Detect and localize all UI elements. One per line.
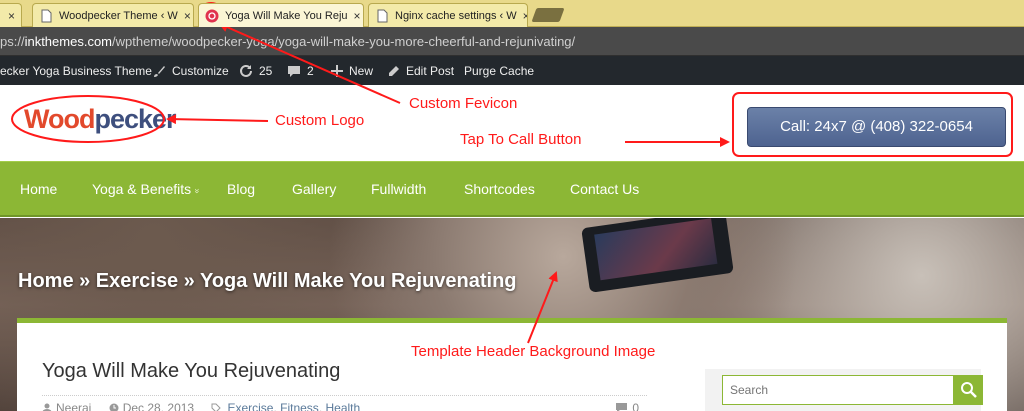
document-icon	[41, 9, 52, 22]
site-logo[interactable]: Woodpecker	[24, 104, 177, 135]
post-meta: Neeraj Dec 28, 2013 Exercise, Fitness, H…	[42, 395, 647, 411]
clock-icon	[109, 403, 119, 411]
close-icon[interactable]: ×	[178, 9, 191, 23]
nav-yoga-benefits[interactable]: Yoga & Benefits »	[92, 181, 203, 197]
url-text[interactable]: ps://inkthemes.com/wptheme/woodpecker-yo…	[0, 34, 575, 49]
main-navigation: Home Yoga & Benefits » Blog Gallery Full…	[0, 161, 1024, 217]
breadcrumb: Home » Exercise » Yoga Will Make You Rej…	[18, 270, 517, 292]
pencil-icon	[389, 65, 399, 76]
wp-admin-bar: ecker Yoga Business Theme Customize 25 2…	[0, 56, 1024, 85]
tab-nginx-cache[interactable]: Nginx cache settings ‹ W ×	[368, 3, 528, 27]
post-comments[interactable]: 0	[615, 401, 643, 411]
close-icon[interactable]: ×	[517, 9, 527, 23]
nav-blog[interactable]: Blog	[227, 181, 255, 197]
sidebar-search-widget	[705, 369, 983, 411]
address-bar[interactable]: ps://inkthemes.com/wptheme/woodpecker-yo…	[0, 27, 1024, 56]
tab-label: Nginx cache settings ‹ W	[395, 9, 517, 22]
post-author[interactable]: Neeraj	[56, 401, 91, 411]
admin-comments[interactable]: 2	[287, 64, 314, 78]
tag-icon	[211, 403, 222, 411]
nav-home[interactable]: Home	[20, 181, 57, 197]
annotation-tap-to-call: Tap To Call Button	[460, 131, 582, 148]
admin-site-name[interactable]: ecker Yoga Business Theme	[0, 64, 152, 78]
browser-tab-strip: × Woodpecker Theme ‹ W × Yoga Will Make …	[0, 0, 1024, 27]
annotation-header-background: Template Header Background Image	[411, 343, 656, 360]
nav-fullwidth[interactable]: Fullwidth	[371, 181, 426, 197]
tablet-image	[581, 218, 734, 293]
favicon-icon	[205, 9, 219, 22]
close-icon[interactable]: ×	[348, 9, 361, 23]
document-icon	[377, 9, 388, 22]
tap-to-call-button[interactable]: Call: 24x7 @ (408) 322-0654	[747, 107, 1006, 147]
admin-new[interactable]: New	[331, 64, 373, 78]
refresh-icon	[240, 64, 252, 77]
user-icon	[42, 403, 52, 411]
category-link[interactable]: Health	[325, 401, 360, 411]
admin-customize[interactable]: Customize	[153, 64, 229, 78]
comment-icon	[616, 403, 628, 411]
new-tab-button[interactable]	[531, 8, 565, 22]
plus-icon	[331, 65, 343, 77]
nav-shortcodes[interactable]: Shortcodes	[464, 181, 535, 197]
search-input[interactable]	[722, 375, 954, 405]
nav-gallery[interactable]: Gallery	[292, 181, 336, 197]
content-area: Yoga Will Make You Rejuvenating Neeraj D…	[17, 318, 1007, 411]
tab-label: Yoga Will Make You Reju	[225, 9, 348, 22]
nav-contact-us[interactable]: Contact Us	[570, 181, 639, 197]
brush-icon	[154, 65, 165, 77]
admin-edit-post[interactable]: Edit Post	[387, 64, 454, 78]
search-button[interactable]	[954, 375, 983, 405]
admin-purge-cache[interactable]: Purge Cache	[464, 64, 534, 78]
tab-yoga-rejuvenating[interactable]: Yoga Will Make You Reju ×	[198, 3, 364, 27]
tab-label: Woodpecker Theme ‹ W	[59, 9, 178, 22]
close-icon[interactable]: ×	[2, 9, 15, 23]
annotation-custom-fevicon: Custom Fevicon	[409, 95, 518, 112]
category-link[interactable]: Fitness	[280, 401, 319, 411]
search-icon	[961, 382, 977, 398]
comment-icon	[288, 65, 300, 77]
chevron-down-icon: »	[192, 188, 203, 194]
post-date: Dec 28, 2013	[122, 401, 195, 411]
admin-updates[interactable]: 25	[239, 64, 272, 78]
annotation-custom-logo: Custom Logo	[275, 112, 365, 129]
category-link[interactable]: Exercise	[227, 401, 273, 411]
tab-partial[interactable]: ×	[0, 3, 22, 27]
post-title[interactable]: Yoga Will Make You Rejuvenating	[42, 360, 340, 383]
tab-woodpecker-theme[interactable]: Woodpecker Theme ‹ W ×	[32, 3, 194, 27]
